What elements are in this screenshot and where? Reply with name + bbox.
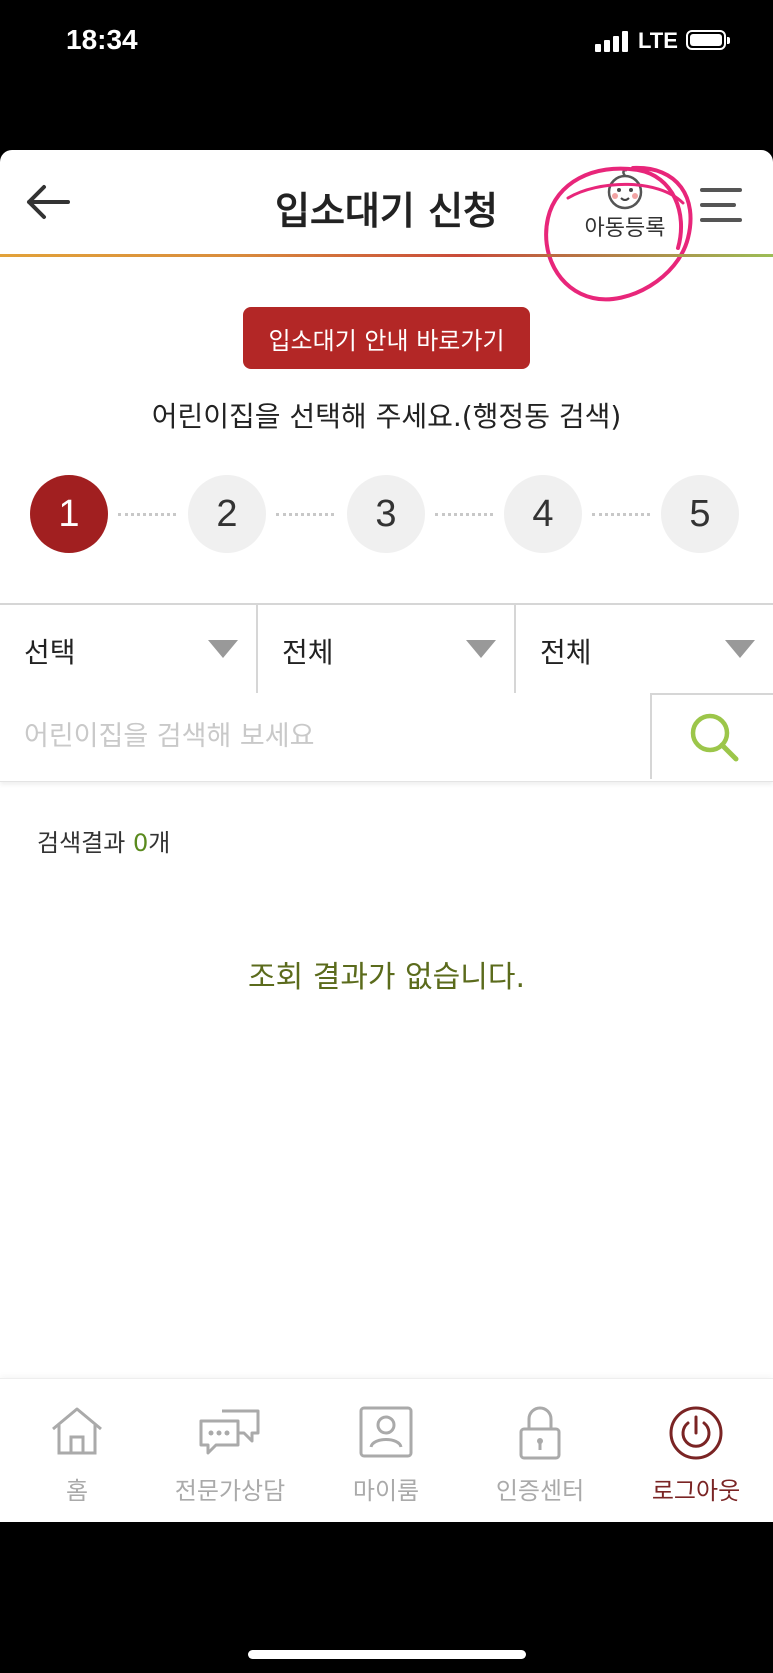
dropdown-arrow-icon [208, 640, 238, 658]
step-connector [592, 513, 650, 518]
step-indicator: 1 2 3 4 5 [0, 475, 773, 555]
nav-my-room-label: 마이룸 [352, 1477, 420, 1505]
result-count-unit: 개 [148, 829, 171, 857]
home-icon [52, 1407, 102, 1455]
step-2: 2 [188, 475, 266, 553]
nav-expert-consult-label: 전문가상담 [174, 1477, 286, 1505]
district-select[interactable]: 전체 [258, 605, 516, 693]
region-filters: 선택 전체 전체 [0, 603, 773, 695]
battery-icon [686, 30, 730, 50]
hamburger-menu-icon[interactable] [700, 188, 748, 224]
dong-select[interactable]: 전체 [516, 605, 773, 693]
nav-auth-center[interactable]: 인증센터 [465, 1379, 615, 1522]
search-button[interactable] [650, 693, 773, 779]
app-screen: 입소대기 신청 아동등록 입소대기 안내 바로가기 어린이집을 선택해 주세요.… [0, 150, 773, 1522]
nav-my-room[interactable]: 마이룸 [311, 1379, 461, 1522]
district-select-value: 전체 [282, 636, 334, 669]
search-icon [690, 713, 739, 762]
status-time: 18:34 [66, 24, 138, 55]
signal-icon [595, 30, 631, 52]
step-5: 5 [661, 475, 739, 553]
nav-auth-center-label: 인증센터 [495, 1477, 585, 1505]
step-connector [276, 513, 334, 518]
network-type: LTE [638, 28, 678, 53]
dong-select-value: 전체 [540, 636, 592, 669]
nav-home-label: 홈 [65, 1477, 89, 1505]
app-header: 입소대기 신청 아동등록 [0, 150, 773, 302]
header-divider [0, 254, 773, 257]
lock-icon [519, 1406, 561, 1460]
baby-face-icon [607, 168, 643, 210]
waitlist-guide-button[interactable]: 입소대기 안내 바로가기 [243, 307, 530, 369]
child-register-label: 아동등록 [584, 216, 666, 241]
step-connector [118, 513, 176, 518]
bottom-navigation: 홈 전문가상담 마이룸 인증센터 로그아웃 [0, 1378, 773, 1522]
city-select[interactable]: 선택 [0, 605, 258, 693]
empty-result-message: 조회 결과가 없습니다. [247, 960, 525, 995]
instruction-text: 어린이집을 선택해 주세요.(행정동 검색) [151, 400, 622, 433]
chat-icon [199, 1409, 260, 1455]
result-count: 검색결과 0개 [37, 823, 170, 858]
nav-expert-consult[interactable]: 전문가상담 [155, 1379, 305, 1522]
nav-home[interactable]: 홈 [2, 1379, 152, 1522]
nav-logout-label: 로그아웃 [651, 1477, 741, 1505]
result-count-label: 검색결과 [37, 829, 133, 857]
city-select-value: 선택 [24, 636, 76, 669]
nav-logout[interactable]: 로그아웃 [621, 1379, 771, 1522]
result-count-number: 0 [132, 829, 149, 857]
power-icon [669, 1406, 723, 1460]
dropdown-arrow-icon [466, 640, 496, 658]
status-bar: 18:34 LTE [0, 0, 773, 90]
search-bar [0, 693, 773, 782]
step-connector [435, 513, 493, 518]
step-1: 1 [30, 475, 108, 553]
daycare-search-input[interactable] [0, 693, 650, 779]
step-3: 3 [347, 475, 425, 553]
child-register-button[interactable]: 아동등록 [570, 168, 680, 248]
home-indicator[interactable] [248, 1650, 526, 1659]
step-4: 4 [504, 475, 582, 553]
person-icon [359, 1406, 413, 1458]
dropdown-arrow-icon [725, 640, 755, 658]
